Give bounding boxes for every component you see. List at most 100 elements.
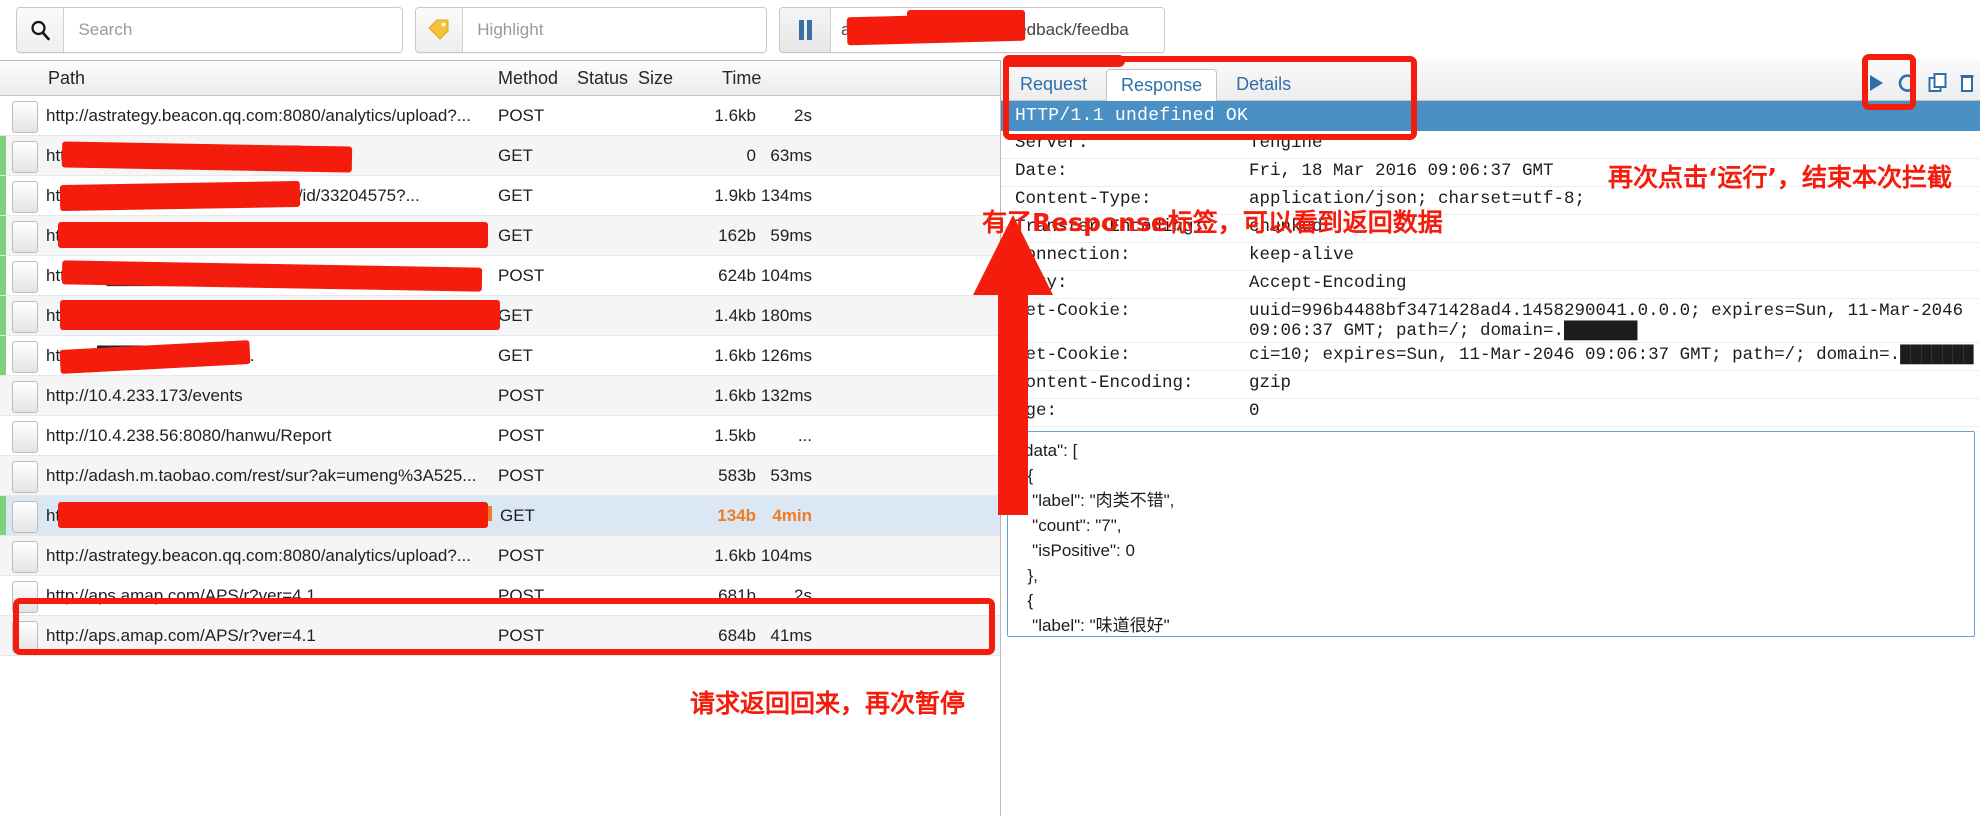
cell-time: 41ms <box>770 625 812 645</box>
cell-path: http://astrategy.beacon.qq.com:8080/anal… <box>46 105 471 125</box>
table-row[interactable]: https://██████group/v1/deal/list/id/3320… <box>0 176 1000 216</box>
cell-size: 1.4kb <box>714 305 756 325</box>
row-checkbox[interactable] <box>12 381 38 413</box>
cell-size: 1.6kb <box>714 545 756 565</box>
highlight-input[interactable] <box>463 8 766 52</box>
header-key: Set-Cookie: <box>1015 345 1131 365</box>
table-row[interactable]: https:/██████/grou████████epag...GET063m… <box>0 136 1000 176</box>
url-field-group[interactable]: a██████████dealfeedback/feedba <box>779 7 1165 53</box>
cell-method: GET <box>498 345 533 365</box>
table-row[interactable]: http://10.4.233.173/events POST 1.6kb 132ms <box>0 376 1000 416</box>
cell-size: 0 <box>746 145 756 165</box>
cell-size: 681b <box>718 585 756 605</box>
row-checkbox[interactable] <box>12 541 38 573</box>
row-checkbox[interactable] <box>12 181 38 213</box>
cell-path: http://10.4.233.173/events <box>46 385 243 405</box>
row-checkbox[interactable] <box>12 341 38 373</box>
row-status-flag <box>0 176 6 215</box>
header-key: Content-Type: <box>1015 189 1152 209</box>
tag-icon[interactable] <box>416 8 464 52</box>
header-key: Connection: <box>1015 245 1131 265</box>
cell-method: GET <box>498 145 533 165</box>
cell-size: 1.9kb <box>714 185 756 205</box>
trash-icon[interactable] <box>1959 72 1975 94</box>
response-headers: Server: Tengine Date: Fri, 18 Mar 2016 09:0… <box>1001 131 1980 427</box>
cell-size: 162b <box>718 225 756 245</box>
row-checkbox[interactable] <box>12 261 38 293</box>
cell-time: ... <box>797 425 812 445</box>
redaction-block <box>61 141 353 173</box>
response-body-box[interactable]: "data": [ { "label": "肉类不错", "count": "7… <box>1007 431 1975 637</box>
search-input[interactable] <box>64 8 402 52</box>
table-row[interactable]: http://adash.m.taobao.com/rest/sur?ak=um… <box>0 456 1000 496</box>
table-row[interactable]: http://10.4.238.56:8080/hanwu/Report POST… <box>0 416 1000 456</box>
cell-time: 4min <box>772 505 812 525</box>
header-key: Transfer-Encoding: <box>1015 217 1205 237</box>
copy-icon[interactable] <box>1927 72 1949 94</box>
url-display[interactable]: a██████████dealfeedback/feedba <box>831 8 1164 52</box>
table-row[interactable]: https://██████n/gro████████3...GET162b59… <box>0 216 1000 256</box>
table-row[interactable]: http://aps.amap.com/APS/r?ver=4.1 POST 684… <box>0 616 1000 656</box>
cell-size: 1.6kb <box>714 345 756 365</box>
row-status-flag <box>0 136 6 175</box>
table-row[interactable]: https://a██████ealfeedback/feedbacklabel… <box>0 496 1000 536</box>
row-status-flag <box>0 216 6 255</box>
play-icon[interactable] <box>1865 72 1887 94</box>
row-status-flag <box>0 256 6 295</box>
cell-size: 684b <box>718 625 756 645</box>
table-row[interactable]: https://a██████████eal...POST624b104ms <box>0 256 1000 296</box>
cell-method: POST <box>498 385 545 405</box>
header-value: gzip <box>1249 373 1292 393</box>
redaction-block <box>59 180 301 212</box>
column-header-method[interactable]: Method <box>498 68 558 89</box>
column-header-time[interactable]: Time <box>722 68 761 89</box>
row-checkbox[interactable] <box>12 621 38 653</box>
row-checkbox[interactable] <box>12 301 38 333</box>
cell-method: POST <box>498 105 545 125</box>
cell-path: http://adash.m.taobao.com/rest/sur?ak=um… <box>46 465 477 485</box>
cell-time: 53ms <box>770 465 812 485</box>
row-checkbox[interactable] <box>12 141 38 173</box>
tab-details[interactable]: Details <box>1221 68 1306 100</box>
row-status-flag <box>0 296 6 335</box>
header-key: Date: <box>1015 161 1068 181</box>
header-row: Content-Encoding: gzip <box>1001 371 1980 399</box>
top-toolbar: a██████████dealfeedback/feedba <box>0 0 1980 60</box>
cell-time: 132ms <box>760 385 812 405</box>
column-header-size[interactable]: Size <box>638 68 673 89</box>
row-checkbox[interactable] <box>12 501 38 533</box>
header-value: uuid=996b4488bf3471428ad4.1458290041.0.0… <box>1249 301 1974 341</box>
cell-method: GET <box>500 505 535 525</box>
tab-response[interactable]: Response <box>1106 69 1218 101</box>
refresh-icon[interactable] <box>1897 72 1917 94</box>
cell-method: POST <box>498 625 545 645</box>
cell-method: GET <box>498 305 533 325</box>
pause-icon[interactable] <box>780 8 831 52</box>
search-icon[interactable] <box>17 8 65 52</box>
table-row[interactable]: http://astrategy.beacon.qq.com:8080/anal… <box>0 536 1000 576</box>
table-row[interactable]: https://█████████colla...GET1.6kb126ms <box>0 336 1000 376</box>
cell-time: 104ms <box>760 265 812 285</box>
row-checkbox[interactable] <box>12 461 38 493</box>
header-value: chunked <box>1249 217 1323 237</box>
highlight-field-group[interactable] <box>415 7 767 53</box>
cell-time: 63ms <box>770 145 812 165</box>
row-checkbox[interactable] <box>12 581 38 613</box>
header-row: Server: Tengine <box>1001 131 1980 159</box>
table-row[interactable]: http://astrategy.beacon.qq.com:8080/anal… <box>0 96 1000 136</box>
cell-time: 2s <box>794 585 812 605</box>
tab-request[interactable]: Request <box>1005 68 1102 100</box>
table-row[interactable]: https://a█████████4575?...GET1.4kb180ms <box>0 296 1000 336</box>
row-status-flag <box>0 496 6 535</box>
table-row[interactable]: http://aps.amap.com/APS/r?ver=4.1 POST 681… <box>0 576 1000 616</box>
row-status-flag <box>0 336 6 375</box>
column-header-status[interactable]: Status <box>577 68 628 89</box>
row-checkbox[interactable] <box>12 221 38 253</box>
row-checkbox[interactable] <box>12 421 38 453</box>
search-field-group[interactable] <box>16 7 403 53</box>
header-value: Fri, 18 Mar 2016 09:06:37 GMT <box>1249 161 1554 181</box>
column-header-path[interactable]: Path <box>48 68 85 89</box>
cell-method: POST <box>498 265 545 285</box>
row-checkbox[interactable] <box>12 101 38 133</box>
header-value: ci=10; expires=Sun, 11-Mar-2046 09:06:37… <box>1249 345 1974 365</box>
